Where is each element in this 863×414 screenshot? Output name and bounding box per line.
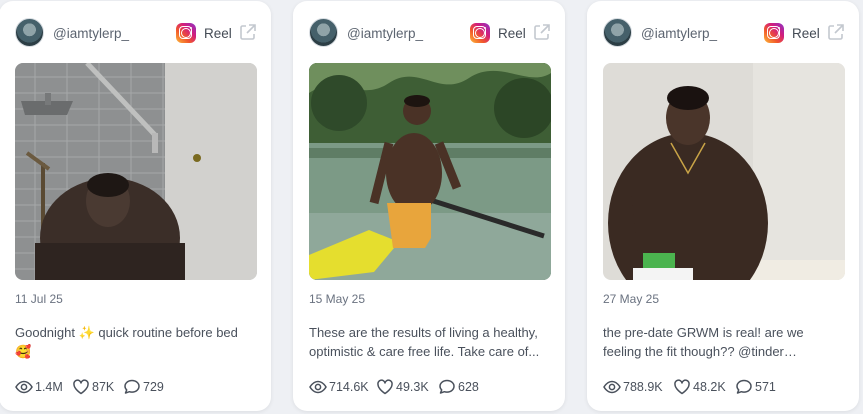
post-card[interactable]: @iamtylerp_ Reel 27 May 25 the pre-date … [587,1,859,411]
avatar[interactable] [603,18,632,47]
post-thumbnail[interactable] [603,63,845,280]
card-header: @iamtylerp_ Reel [309,18,551,48]
comment-icon [736,379,752,394]
post-caption: These are the results of living a health… [309,325,540,359]
comments-count: 628 [458,380,479,394]
instagram-icon [470,23,490,43]
comment-icon [439,379,455,394]
views-count: 714.6K [329,380,369,394]
username[interactable]: @iamtylerp_ [641,26,717,41]
card-header: @iamtylerp_ Reel [15,18,257,48]
post-caption: Goodnight ✨ quick routine before bed 🥰 [15,325,238,359]
post-date: 15 May 25 [309,292,366,306]
likes-count: 49.3K [396,380,429,394]
eye-icon [309,380,327,394]
post-date: 11 Jul 25 [15,292,63,306]
post-caption: the pre-date GRWM is real! are we feelin… [603,325,804,359]
post-type-label: Reel [498,26,526,41]
post-card[interactable]: @iamtylerp_ Reel 11 Jul 25 Goodnight ✨ q… [0,1,271,411]
instagram-icon [176,23,196,43]
external-link-icon[interactable] [533,23,551,41]
comment-icon [124,379,140,394]
avatar[interactable] [15,18,44,47]
views-count: 1.4M [35,380,63,394]
post-date: 27 May 25 [603,292,660,306]
external-link-icon[interactable] [827,23,845,41]
post-thumbnail[interactable] [309,63,551,280]
post-type-label: Reel [792,26,820,41]
username[interactable]: @iamtylerp_ [53,26,129,41]
eye-icon [603,380,621,394]
post-thumbnail[interactable] [15,63,257,280]
heart-icon [377,379,393,395]
eye-icon [15,380,33,394]
post-type-label: Reel [204,26,232,41]
instagram-icon [764,23,784,43]
heart-icon [73,379,89,395]
avatar[interactable] [309,18,338,47]
post-card[interactable]: @iamtylerp_ Reel 15 May 25 These are the… [293,1,565,411]
card-header: @iamtylerp_ Reel [603,18,845,48]
likes-count: 87K [92,380,115,394]
comments-count: 571 [755,380,776,394]
likes-count: 48.2K [693,380,726,394]
heart-icon [674,379,690,395]
views-count: 788.9K [623,380,663,394]
username[interactable]: @iamtylerp_ [347,26,423,41]
external-link-icon[interactable] [239,23,257,41]
comments-count: 729 [143,380,164,394]
